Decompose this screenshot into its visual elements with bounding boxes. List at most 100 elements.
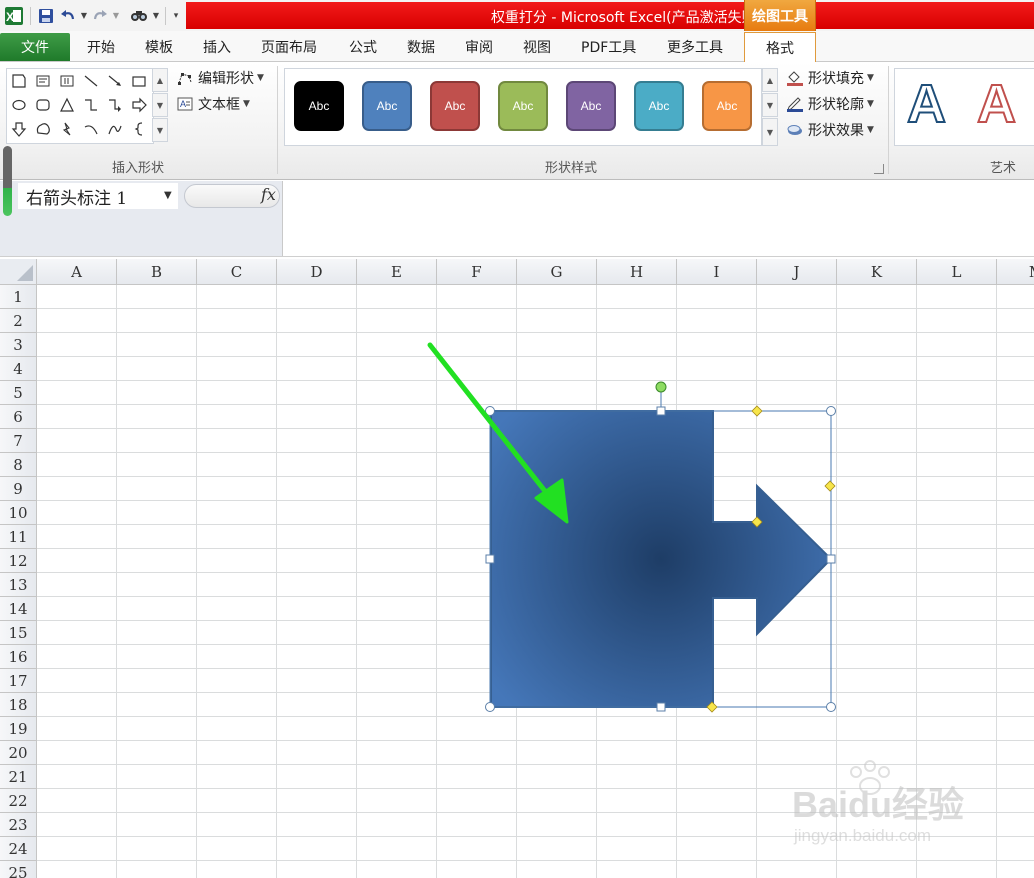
row-header-11[interactable]: 11 [0,525,37,549]
shape-gallery-scroll-down[interactable]: ▼ [152,93,168,117]
row-header-5[interactable]: 5 [0,381,37,405]
column-header-l[interactable]: L [917,259,997,285]
row-header-6[interactable]: 6 [0,405,37,429]
column-header-c[interactable]: C [197,259,277,285]
ribbon-collapse-handle[interactable] [3,146,12,216]
column-header-f[interactable]: F [437,259,517,285]
name-box[interactable]: 右箭头标注 1 [18,183,178,209]
vertical-text-box-icon[interactable] [55,69,79,93]
row-header-23[interactable]: 23 [0,813,37,837]
column-header-b[interactable]: B [117,259,197,285]
shape-outline-button[interactable]: 形状轮廓 ▼ [786,94,874,114]
text-box-icon[interactable] [31,69,55,93]
rectangle-icon[interactable] [127,69,151,93]
tab-data[interactable]: 数据 [407,37,435,57]
shape-effects-button[interactable]: 形状效果 ▼ [786,120,874,140]
row-header-14[interactable]: 14 [0,597,37,621]
insert-function-icon[interactable]: fx [261,185,276,204]
undo-dropdown-icon[interactable]: ▼ [79,5,89,27]
row-header-24[interactable]: 24 [0,837,37,861]
shape-styles-dialog-launcher-icon[interactable] [874,164,884,174]
row-header-13[interactable]: 13 [0,573,37,597]
shape-style-preset-black[interactable]: Abc [294,81,344,131]
shape-style-preset-aqua[interactable]: Abc [634,81,684,131]
style-gallery-expand[interactable]: ▼ [762,118,778,146]
shape-style-preset-orange[interactable]: Abc [702,81,752,131]
shape-style-preset-purple[interactable]: Abc [566,81,616,131]
row-header-9[interactable]: 9 [0,477,37,501]
wordart-style-outline-red[interactable]: A [976,73,1017,135]
tab-format[interactable]: 格式 [744,32,816,63]
column-header-m[interactable]: M [997,259,1034,285]
oval-icon[interactable] [7,93,31,117]
down-arrow-icon[interactable] [7,117,31,141]
tab-insert[interactable]: 插入 [203,37,231,57]
shape-style-preset-blue[interactable]: Abc [362,81,412,131]
shape-gallery-scroll-up[interactable]: ▲ [152,68,168,92]
right-arrow-icon[interactable] [127,93,151,117]
row-header-3[interactable]: 3 [0,333,37,357]
row-header-17[interactable]: 17 [0,669,37,693]
tab-more-tools[interactable]: 更多工具 [667,37,723,57]
excel-logo-icon[interactable]: X [2,5,26,27]
row-header-7[interactable]: 7 [0,429,37,453]
edit-shape-button[interactable]: 编辑形状 ▼ [176,68,264,88]
name-box-dropdown-icon[interactable]: ▼ [164,190,172,201]
row-header-12[interactable]: 12 [0,549,37,573]
row-header-2[interactable]: 2 [0,309,37,333]
tab-file[interactable]: 文件 [0,33,70,61]
tab-formulas[interactable]: 公式 [349,37,377,57]
column-header-j[interactable]: J [757,259,837,285]
shape-style-preset-green[interactable]: Abc [498,81,548,131]
find-dropdown-icon[interactable]: ▼ [151,5,161,27]
row-header-8[interactable]: 8 [0,453,37,477]
row-header-16[interactable]: 16 [0,645,37,669]
triangle-icon[interactable] [55,93,79,117]
tab-review[interactable]: 审阅 [465,37,493,57]
tab-pdf-tools[interactable]: PDF工具 [581,37,636,57]
rounded-rectangle-icon[interactable] [31,93,55,117]
column-header-g[interactable]: G [517,259,597,285]
column-header-e[interactable]: E [357,259,437,285]
brace-icon[interactable] [127,117,151,141]
save-icon[interactable] [35,5,57,27]
customize-qat-icon[interactable]: ▾ [170,5,182,27]
row-header-25[interactable]: 25 [0,861,37,878]
tab-view[interactable]: 视图 [523,37,551,57]
select-all-corner[interactable] [0,259,37,285]
row-header-10[interactable]: 10 [0,501,37,525]
tab-templates[interactable]: 模板 [145,37,173,57]
row-header-4[interactable]: 4 [0,357,37,381]
row-header-22[interactable]: 22 [0,789,37,813]
style-gallery-scroll-up[interactable]: ▲ [762,68,778,92]
arrow-line-icon[interactable] [103,69,127,93]
row-header-20[interactable]: 20 [0,741,37,765]
curve-icon[interactable] [103,117,127,141]
redo-dropdown-icon[interactable]: ▼ [111,5,121,27]
shape-gallery-expand[interactable]: ▼ [152,118,168,142]
row-header-18[interactable]: 18 [0,693,37,717]
column-header-d[interactable]: D [277,259,357,285]
undo-icon[interactable] [57,5,79,27]
flowchart-shape-icon[interactable] [31,117,55,141]
row-header-15[interactable]: 15 [0,621,37,645]
tab-page-layout[interactable]: 页面布局 [261,37,317,57]
textbox-shape-icon[interactable] [7,69,31,93]
redo-icon[interactable] [89,5,111,27]
row-header-21[interactable]: 21 [0,765,37,789]
line-icon[interactable] [79,69,103,93]
column-header-i[interactable]: I [677,259,757,285]
arc-icon[interactable] [79,117,103,141]
lightning-icon[interactable] [55,117,79,141]
wordart-style-outline-blue[interactable]: A [906,73,947,135]
text-box-button[interactable]: A 文本框 ▼ [176,94,250,114]
column-header-a[interactable]: A [37,259,117,285]
shape-style-preset-red[interactable]: Abc [430,81,480,131]
shape-fill-button[interactable]: 形状填充 ▼ [786,68,874,88]
elbow-arrow-connector-icon[interactable] [103,93,127,117]
find-icon[interactable] [127,5,151,27]
formula-input[interactable] [284,181,1034,256]
row-header-19[interactable]: 19 [0,717,37,741]
style-gallery-scroll-down[interactable]: ▼ [762,93,778,117]
row-header-1[interactable]: 1 [0,285,37,309]
